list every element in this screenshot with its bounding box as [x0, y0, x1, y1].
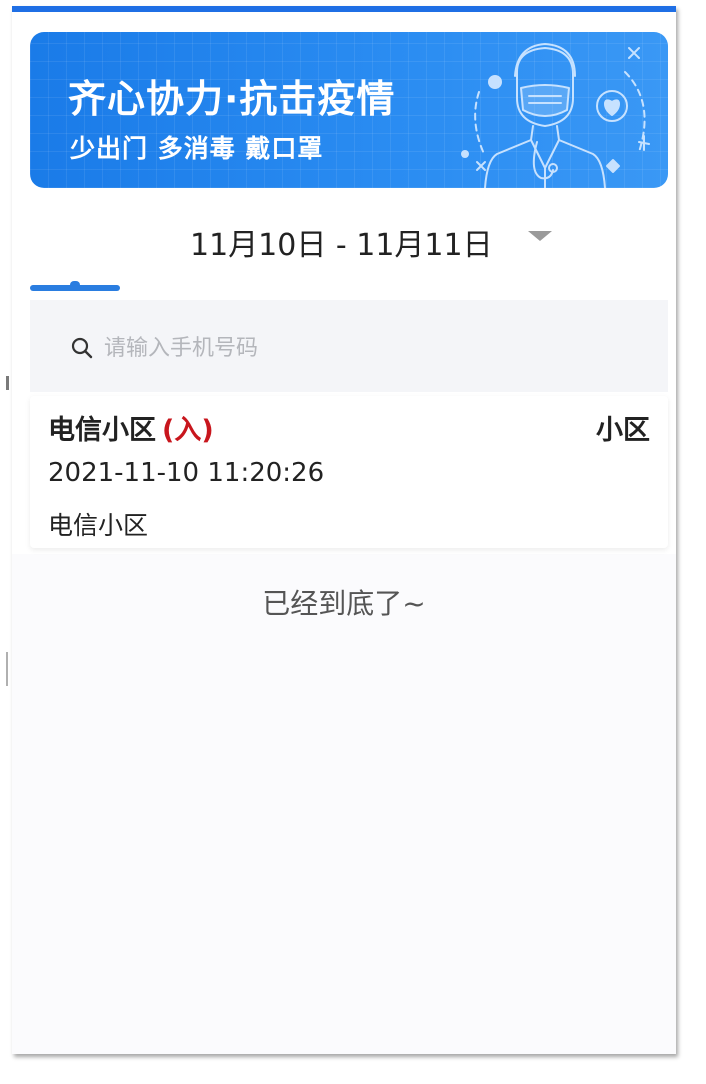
edge-mark: [6, 652, 8, 686]
record-name: 电信小区 (入): [48, 408, 214, 447]
record-card[interactable]: 电信小区 (入) 小区 2021-11-10 11:20:26 电信小区: [30, 396, 668, 548]
search-bar: [30, 300, 668, 392]
caret-down-icon[interactable]: [528, 231, 552, 241]
banner-subtitle: 少出门 多消毒 戴口罩: [70, 134, 324, 163]
list-end-text: 已经到底了~: [262, 587, 426, 620]
date-range-selector[interactable]: 11月10日 - 11月11日: [12, 220, 676, 264]
record-name-text: 电信小区: [48, 415, 156, 446]
phone-screen: 齐心协力·抗击疫情 少出门 多消毒 戴口罩 11月10日 - 11月11日 请输…: [12, 6, 676, 1054]
banner-title: 齐心协力·抗击疫情: [68, 77, 396, 121]
epidemic-banner: 齐心协力·抗击疫情 少出门 多消毒 戴口罩: [30, 32, 668, 188]
record-type: 小区: [596, 415, 650, 446]
list-background: [12, 554, 676, 1054]
record-direction: (入): [162, 415, 214, 446]
date-range-label[interactable]: 11月10日 - 11月11日: [190, 220, 493, 264]
tab-indicator: [30, 285, 120, 291]
doctor-with-mask-icon: [461, 43, 650, 188]
top-bar: [12, 6, 676, 12]
record-time: 2021-11-10 11:20:26: [48, 458, 325, 488]
phone-search-input[interactable]: [102, 326, 626, 370]
edge-mark: [6, 376, 9, 390]
search-icon: [71, 337, 93, 359]
record-location: 电信小区: [48, 511, 149, 540]
